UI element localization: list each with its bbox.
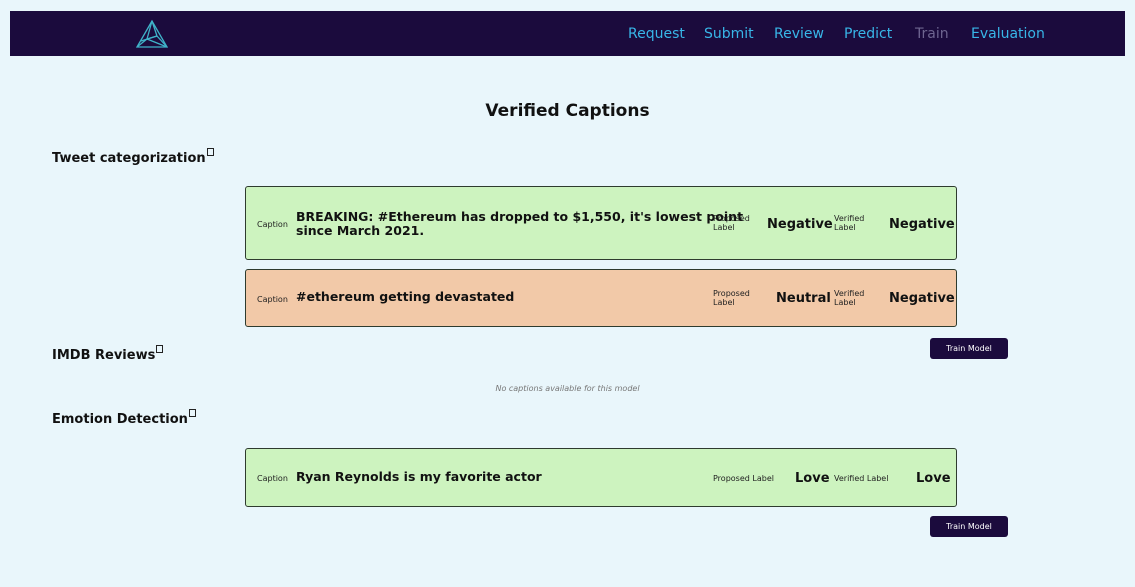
empty-message: No captions available for this model bbox=[495, 384, 640, 393]
caption-line: BREAKING: #Ethereum has dropped to $1,55… bbox=[296, 209, 744, 224]
verified-label-line: Verified bbox=[834, 214, 865, 223]
nav-evaluation[interactable]: Evaluation bbox=[971, 26, 1045, 42]
info-icon[interactable] bbox=[188, 409, 196, 417]
nav-predict[interactable]: Predict bbox=[844, 26, 892, 42]
section-title-text: IMDB Reviews bbox=[52, 348, 156, 363]
caption-text: BREAKING: #Ethereum has dropped to $1,55… bbox=[296, 210, 743, 238]
section-title-emotion: Emotion Detection bbox=[52, 409, 196, 427]
verified-label: Verified Label bbox=[834, 289, 864, 307]
caption-text: #ethereum getting devastated bbox=[296, 289, 515, 304]
caption-card: Caption #ethereum getting devastated Pro… bbox=[245, 269, 957, 327]
page-title: Verified Captions bbox=[485, 101, 650, 121]
section-title-tweet: Tweet categorization bbox=[52, 148, 214, 166]
proposed-value: Love bbox=[795, 471, 830, 486]
verified-label: Verified Label bbox=[834, 214, 864, 232]
caption-card: Caption BREAKING: #Ethereum has dropped … bbox=[245, 186, 957, 260]
triangle-network-logo-icon[interactable] bbox=[135, 19, 169, 49]
proposed-label-line: Proposed bbox=[713, 289, 750, 298]
top-navbar: Request Submit Review Predict Train Eval… bbox=[10, 11, 1125, 56]
proposed-label: Proposed Label bbox=[713, 214, 750, 232]
proposed-label-line: Proposed bbox=[713, 214, 750, 223]
verified-value: Love bbox=[916, 471, 951, 486]
section-title-text: Emotion Detection bbox=[52, 412, 188, 427]
verified-label: Verified Label bbox=[834, 474, 889, 483]
caption-label: Caption bbox=[257, 474, 288, 483]
caption-label: Caption bbox=[257, 220, 288, 229]
proposed-label-line: Label bbox=[713, 298, 735, 307]
nav-request[interactable]: Request bbox=[628, 26, 685, 42]
verified-value: Negative bbox=[889, 291, 955, 306]
proposed-value: Neutral bbox=[776, 291, 831, 306]
train-model-button[interactable]: Train Model bbox=[930, 338, 1008, 359]
nav-train: Train bbox=[915, 26, 949, 42]
proposed-label: Proposed Label bbox=[713, 289, 750, 307]
caption-label: Caption bbox=[257, 295, 288, 304]
verified-label-line: Label bbox=[834, 298, 856, 307]
caption-card: Caption Ryan Reynolds is my favorite act… bbox=[245, 448, 957, 507]
train-model-button[interactable]: Train Model bbox=[930, 516, 1008, 537]
caption-text: Ryan Reynolds is my favorite actor bbox=[296, 469, 542, 484]
nav-submit[interactable]: Submit bbox=[704, 26, 754, 42]
proposed-value: Negative bbox=[767, 217, 833, 232]
caption-line: since March 2021. bbox=[296, 223, 425, 238]
info-icon[interactable] bbox=[156, 345, 164, 353]
section-title-imdb: IMDB Reviews bbox=[52, 345, 164, 363]
proposed-label: Proposed Label bbox=[713, 474, 774, 483]
nav-review[interactable]: Review bbox=[774, 26, 824, 42]
section-title-text: Tweet categorization bbox=[52, 151, 206, 166]
proposed-label-line: Label bbox=[713, 223, 735, 232]
verified-label-line: Verified bbox=[834, 289, 865, 298]
verified-value: Negative bbox=[889, 217, 955, 232]
info-icon[interactable] bbox=[206, 148, 214, 156]
verified-label-line: Label bbox=[834, 223, 856, 232]
